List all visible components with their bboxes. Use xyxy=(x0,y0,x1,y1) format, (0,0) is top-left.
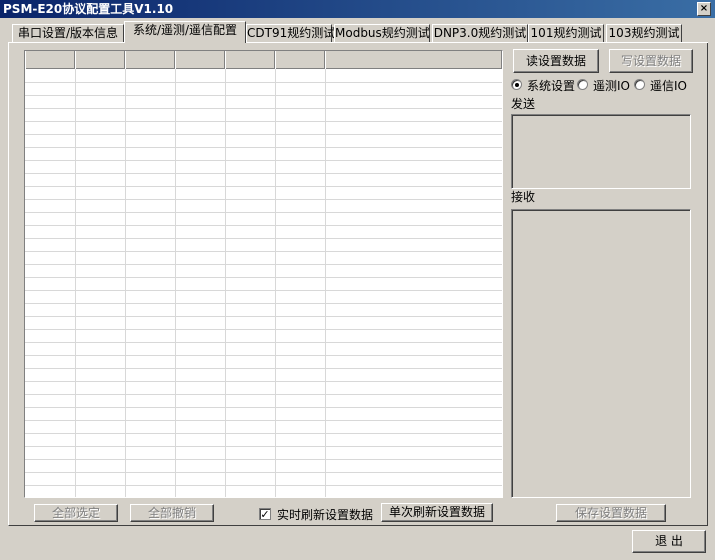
grid-row-line xyxy=(25,95,502,96)
read-settings-button[interactable]: 读设置数据 xyxy=(513,49,599,73)
radio-telesignal-io[interactable] xyxy=(634,79,645,90)
grid-row-line xyxy=(25,82,502,83)
grid-row-line xyxy=(25,459,502,460)
grid-row-line xyxy=(25,433,502,434)
grid-row-line xyxy=(25,472,502,473)
grid-row-line xyxy=(25,160,502,161)
grid-row-line xyxy=(25,121,502,122)
save-settings-button[interactable]: 保存设置数据 xyxy=(556,504,666,522)
tab-7[interactable]: 103规约测试 xyxy=(606,24,682,42)
realtime-refresh-checkbox[interactable]: ✓ xyxy=(259,508,271,520)
grid-row-line xyxy=(25,199,502,200)
grid-row-line xyxy=(25,355,502,356)
title-bar: PSM-E20协议配置工具V1.10 xyxy=(0,0,715,18)
grid-row-line xyxy=(25,407,502,408)
grid-row-line xyxy=(25,290,502,291)
grid-header xyxy=(25,51,502,69)
grid-row-line xyxy=(25,316,502,317)
send-textbox[interactable] xyxy=(511,114,691,189)
grid-row-line xyxy=(25,381,502,382)
tab-2[interactable]: 系统/遥测/遥信配置 xyxy=(124,21,246,43)
grid-row-line xyxy=(25,238,502,239)
grid-row-line xyxy=(25,329,502,330)
grid-column-line xyxy=(175,69,176,497)
grid-column-line xyxy=(275,69,276,497)
grid-row-line xyxy=(25,303,502,304)
close-button[interactable]: × xyxy=(697,2,711,16)
tab-5[interactable]: DNP3.0规约测试 xyxy=(432,24,528,42)
write-settings-button[interactable]: 写设置数据 xyxy=(609,49,693,73)
grid-row-line xyxy=(25,485,502,486)
grid-row-line xyxy=(25,277,502,278)
grid-column-line xyxy=(325,69,326,497)
grid-row-line xyxy=(25,251,502,252)
grid-row-line xyxy=(25,147,502,148)
radio-system-settings-label[interactable]: 系统设置 xyxy=(527,77,575,94)
grid-row-line xyxy=(25,446,502,447)
select-all-button[interactable]: 全部选定 xyxy=(34,504,118,522)
grid-row-line xyxy=(25,342,502,343)
radio-telemetry-io[interactable] xyxy=(577,79,588,90)
grid-row-line xyxy=(25,225,502,226)
grid-row-line xyxy=(25,134,502,135)
grid-header-cell[interactable] xyxy=(25,51,75,69)
undo-all-button[interactable]: 全部撤销 xyxy=(130,504,214,522)
window-title: PSM-E20协议配置工具V1.10 xyxy=(3,2,174,16)
grid-header-cell[interactable] xyxy=(175,51,225,69)
receive-textbox[interactable] xyxy=(511,209,691,498)
tab-3[interactable]: CDT91规约测试 xyxy=(246,24,335,42)
grid-header-cell[interactable] xyxy=(125,51,175,69)
radio-telemetry-io-label[interactable]: 遥测IO xyxy=(593,77,630,94)
tab-1[interactable]: 串口设置/版本信息 xyxy=(12,24,124,42)
close-icon[interactable]: × xyxy=(700,3,708,14)
receive-label: 接收 xyxy=(511,190,536,204)
tab-divider xyxy=(8,42,708,43)
grid-row-line xyxy=(25,368,502,369)
grid-row-line xyxy=(25,108,502,109)
single-refresh-button[interactable]: 单次刷新设置数据 xyxy=(381,503,493,522)
grid-row-line xyxy=(25,186,502,187)
config-grid[interactable] xyxy=(24,50,503,498)
grid-row-line xyxy=(25,394,502,395)
tab-4[interactable]: Modbus规约测试 xyxy=(334,24,430,42)
grid-header-cell[interactable] xyxy=(75,51,125,69)
grid-column-line xyxy=(75,69,76,497)
grid-header-cell[interactable] xyxy=(325,51,502,69)
radio-telesignal-io-label[interactable]: 遥信IO xyxy=(650,77,687,94)
tab-6[interactable]: 101规约测试 xyxy=(528,24,604,42)
radio-system-settings[interactable] xyxy=(511,79,522,90)
grid-row-line xyxy=(25,212,502,213)
send-label: 发送 xyxy=(511,97,536,111)
grid-row-line xyxy=(25,420,502,421)
realtime-refresh-label[interactable]: 实时刷新设置数据 xyxy=(277,506,373,523)
grid-header-cell[interactable] xyxy=(275,51,325,69)
grid-column-line xyxy=(125,69,126,497)
grid-row-line xyxy=(25,173,502,174)
grid-header-cell[interactable] xyxy=(225,51,275,69)
grid-column-line xyxy=(225,69,226,497)
exit-button[interactable]: 退 出 xyxy=(632,530,706,553)
grid-row-line xyxy=(25,264,502,265)
